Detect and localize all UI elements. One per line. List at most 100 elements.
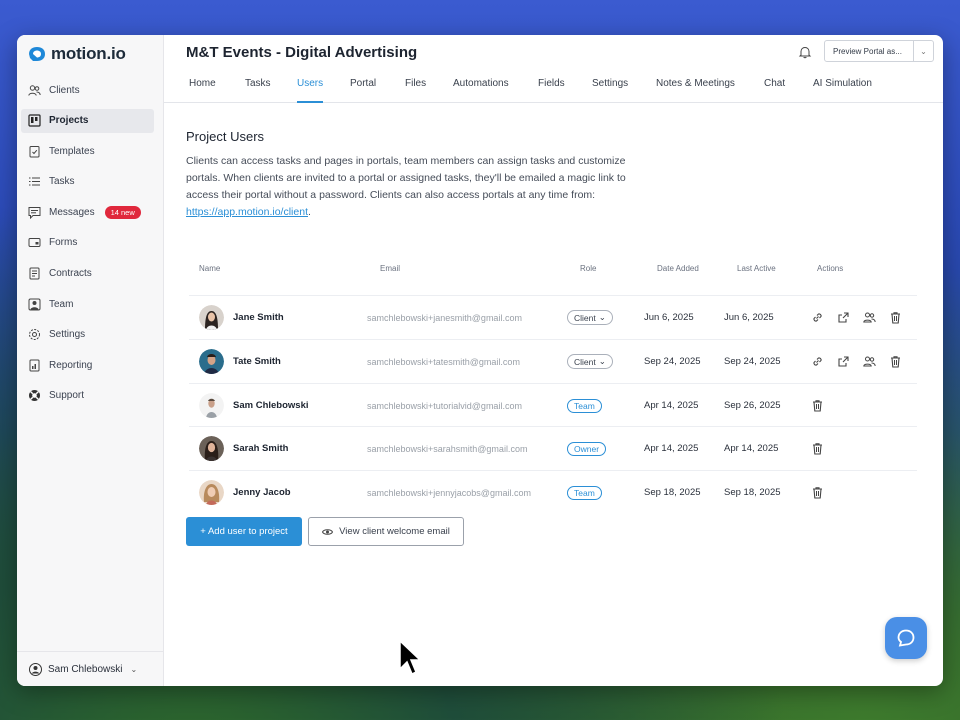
link-icon[interactable] bbox=[811, 355, 825, 369]
name-cell: Sam Chlebowski bbox=[199, 384, 309, 427]
date-added: Sep 18, 2025 bbox=[644, 487, 701, 498]
avatar bbox=[199, 436, 224, 461]
table-row: Jenny Jacob samchlebowski+jennyjacobs@gm… bbox=[189, 470, 917, 513]
sidebar-item-messages[interactable]: Messages 14 new bbox=[21, 200, 154, 224]
trash-icon[interactable] bbox=[889, 311, 903, 325]
description-text: Clients can access tasks and pages in po… bbox=[186, 155, 626, 201]
tab-fields[interactable]: Fields bbox=[538, 69, 565, 103]
tab-tasks[interactable]: Tasks bbox=[245, 69, 271, 103]
trash-icon[interactable] bbox=[889, 355, 903, 369]
table-row: Sam Chlebowski samchlebowski+tutorialvid… bbox=[189, 383, 917, 426]
sidebar-item-contracts[interactable]: Contracts bbox=[21, 262, 154, 286]
role-cell: Team bbox=[567, 384, 602, 427]
logo[interactable]: motion.io bbox=[27, 43, 126, 65]
sidebar-item-projects[interactable]: Projects bbox=[21, 108, 154, 133]
header-name: Name bbox=[199, 264, 221, 273]
preview-portal-dropdown[interactable]: Preview Portal as... ⌄ bbox=[824, 40, 934, 62]
settings-icon bbox=[28, 328, 41, 341]
project-tabs: Home Tasks Users Portal Files Automation… bbox=[164, 69, 943, 103]
tab-portal[interactable]: Portal bbox=[350, 69, 376, 103]
user-avatar-icon bbox=[29, 662, 42, 676]
users-icon[interactable] bbox=[863, 311, 877, 325]
chevron-down-icon: ⌄ bbox=[598, 356, 606, 366]
role-dropdown[interactable]: Client ⌄ bbox=[567, 354, 613, 369]
sidebar-item-label: Settings bbox=[49, 329, 86, 341]
sidebar-item-tasks[interactable]: Tasks bbox=[21, 170, 154, 194]
sidebar-item-support[interactable]: Support bbox=[21, 384, 154, 408]
open-portal-icon[interactable] bbox=[837, 311, 851, 325]
open-portal-icon[interactable] bbox=[837, 355, 851, 369]
role-badge: Owner bbox=[567, 441, 607, 456]
sidebar-item-settings[interactable]: Settings bbox=[21, 323, 154, 347]
link-suffix: . bbox=[308, 206, 311, 218]
actions-cell bbox=[811, 340, 915, 383]
messages-badge: 14 new bbox=[104, 205, 141, 219]
tab-notes-meetings[interactable]: Notes & Meetings bbox=[656, 69, 735, 103]
sidebar-item-reporting[interactable]: Reporting bbox=[21, 353, 154, 377]
header-actions: Actions bbox=[817, 264, 844, 273]
view-welcome-email-label: View client welcome email bbox=[339, 526, 450, 537]
tab-home[interactable]: Home bbox=[189, 69, 216, 103]
name-cell: Tate Smith bbox=[199, 340, 281, 383]
avatar bbox=[199, 349, 224, 374]
avatar bbox=[199, 480, 224, 505]
mouse-cursor-icon bbox=[399, 639, 422, 676]
role-cell: Team bbox=[567, 471, 602, 514]
user-name: Tate Smith bbox=[233, 356, 281, 367]
last-active: Sep 24, 2025 bbox=[724, 356, 781, 367]
actions-cell bbox=[811, 471, 837, 514]
sidebar-item-label: Messages bbox=[49, 206, 95, 218]
messages-icon bbox=[28, 206, 41, 219]
avatar bbox=[199, 393, 224, 418]
role-cell: Owner bbox=[567, 427, 607, 470]
trash-icon[interactable] bbox=[811, 399, 825, 413]
user-name: Sam Chlebowski bbox=[233, 400, 309, 411]
tab-automations[interactable]: Automations bbox=[453, 69, 509, 103]
logo-text: motion.io bbox=[51, 44, 126, 63]
sidebar-item-forms[interactable]: Forms bbox=[21, 231, 154, 255]
table-header: Name Email Role Date Added Last Active A… bbox=[189, 259, 917, 285]
chat-launcher-button[interactable] bbox=[885, 617, 927, 659]
sidebar-item-templates[interactable]: Templates bbox=[21, 139, 154, 163]
tab-settings[interactable]: Settings bbox=[592, 69, 628, 103]
name-cell: Jenny Jacob bbox=[199, 471, 291, 514]
tasks-icon bbox=[28, 175, 41, 188]
header-email: Email bbox=[380, 264, 401, 273]
tab-files[interactable]: Files bbox=[405, 69, 426, 103]
sidebar-item-label: Support bbox=[49, 390, 85, 402]
header-date-added: Date Added bbox=[657, 264, 699, 273]
chevron-down-icon: ⌄ bbox=[913, 41, 933, 61]
actions-cell bbox=[811, 427, 837, 470]
bell-icon[interactable] bbox=[798, 45, 812, 59]
sidebar-item-label: Team bbox=[49, 298, 74, 310]
user-email: samchlebowski+tatesmith@gmail.com bbox=[367, 356, 520, 367]
date-added: Apr 14, 2025 bbox=[644, 443, 699, 454]
user-menu[interactable]: Sam Chlebowski ⌄ bbox=[17, 651, 164, 686]
clients-icon bbox=[28, 84, 41, 97]
main-content: M&T Events - Digital Advertising Preview… bbox=[164, 35, 943, 686]
sidebar-item-team[interactable]: Team bbox=[21, 292, 154, 316]
trash-icon[interactable] bbox=[811, 442, 825, 456]
view-welcome-email-button[interactable]: View client welcome email bbox=[308, 517, 464, 546]
contracts-icon bbox=[28, 267, 41, 280]
tab-ai-simulation[interactable]: AI Simulation bbox=[813, 69, 872, 103]
sidebar-item-clients[interactable]: Clients bbox=[21, 78, 154, 102]
reporting-icon bbox=[28, 359, 41, 372]
support-icon bbox=[28, 389, 41, 402]
users-icon[interactable] bbox=[863, 355, 877, 369]
role-dropdown[interactable]: Client ⌄ bbox=[567, 310, 613, 325]
trash-icon[interactable] bbox=[811, 486, 825, 500]
last-active: Jun 6, 2025 bbox=[724, 312, 774, 323]
tab-chat[interactable]: Chat bbox=[764, 69, 785, 103]
team-icon bbox=[28, 298, 41, 311]
user-name: Jane Smith bbox=[233, 312, 284, 323]
table-row: Jane Smith samchlebowski+janesmith@gmail… bbox=[189, 295, 917, 338]
tab-users[interactable]: Users bbox=[297, 69, 324, 103]
role-badge: Team bbox=[567, 485, 602, 500]
app-window: motion.io Clients Projects Templates Tas… bbox=[17, 35, 943, 686]
add-user-button[interactable]: + Add user to project bbox=[186, 517, 302, 546]
link-icon[interactable] bbox=[811, 311, 825, 325]
client-portal-link[interactable]: https://app.motion.io/client bbox=[186, 206, 308, 218]
actions-cell bbox=[811, 384, 837, 427]
chat-bubble-icon bbox=[897, 629, 915, 647]
